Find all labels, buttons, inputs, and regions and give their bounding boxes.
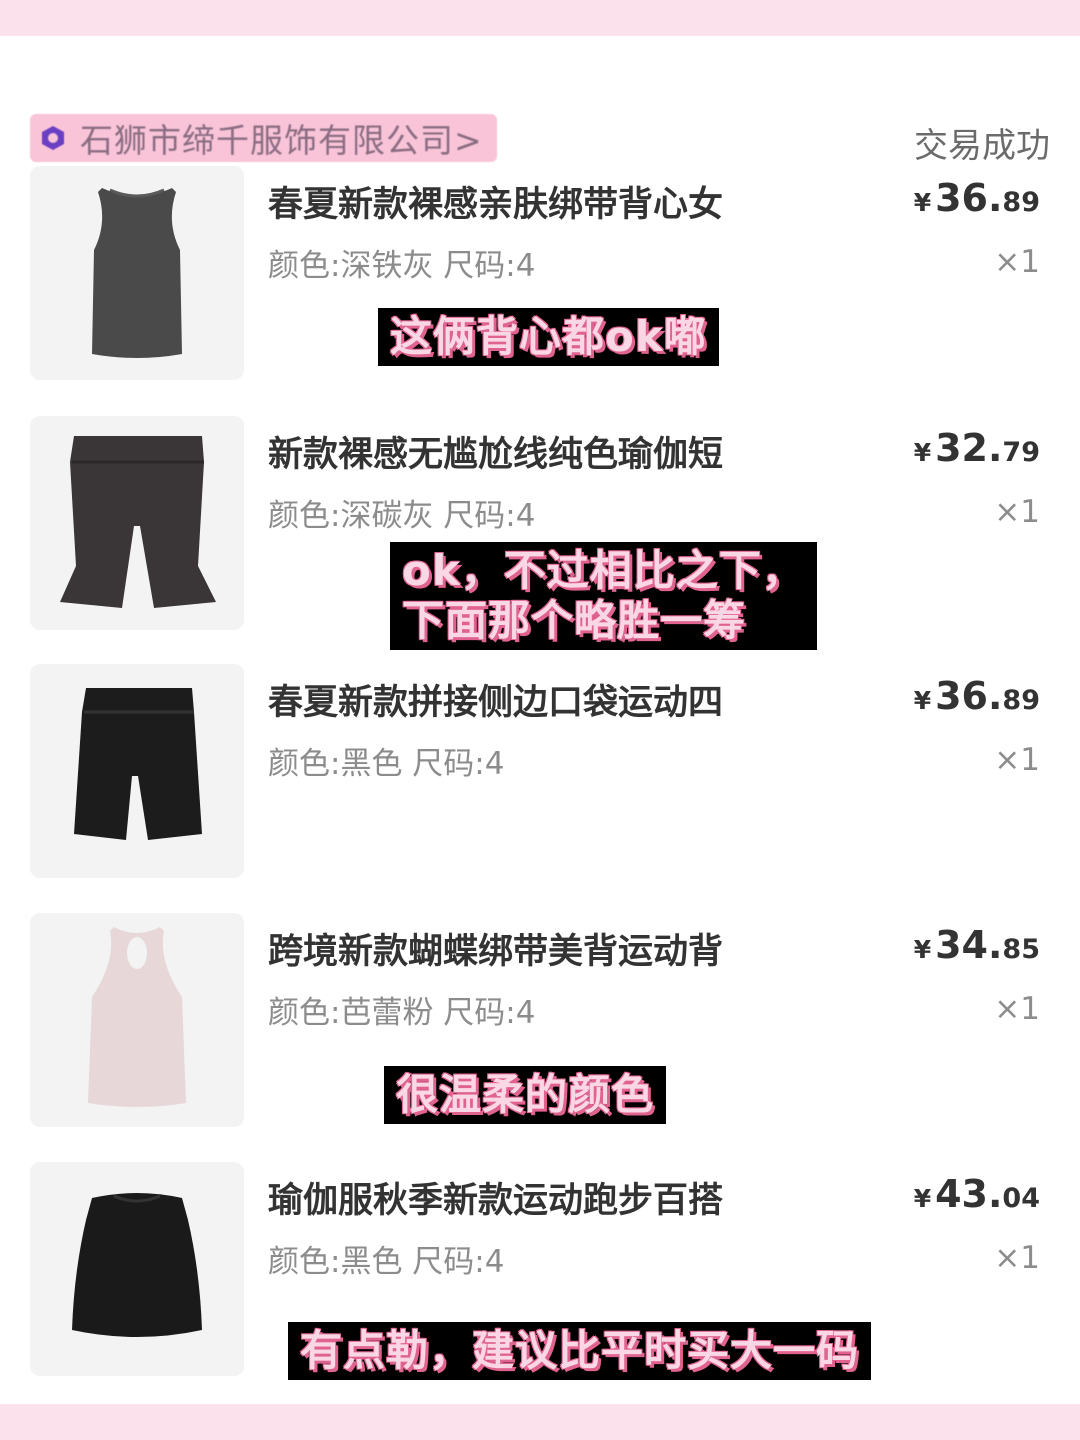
- product-quantity: ×1: [994, 244, 1040, 280]
- product-thumbnail[interactable]: [30, 416, 244, 630]
- annotation-text: 下面那个略胜一筹: [402, 596, 747, 645]
- currency-symbol: ¥: [913, 686, 932, 715]
- annotation-caption: 有点勒，建议比平时买大一码: [288, 1322, 872, 1380]
- shop-name: 石狮市缔千服饰有限公司>: [80, 121, 483, 160]
- product-title[interactable]: 跨境新款蝴蝶绑带美背运动背: [268, 923, 723, 974]
- product-spec: 颜色:黑色 尺码:4: [268, 746, 505, 782]
- product-spec: 颜色:黑色 尺码:4: [268, 1244, 505, 1280]
- annotation-text: 有点勒，建议比平时买大一码: [300, 1326, 860, 1375]
- annotation-caption: 这俩背心都ok嘟: [378, 308, 719, 366]
- currency-symbol: ¥: [913, 1184, 932, 1213]
- product-price: ¥36.89: [914, 674, 1040, 718]
- price-decimal: 79: [1002, 437, 1040, 468]
- product-title[interactable]: 新款裸感无尴尬线纯色瑜伽短: [268, 426, 723, 477]
- product-title[interactable]: 春夏新款裸感亲肤绑带背心女: [268, 176, 723, 227]
- currency-symbol: ¥: [913, 438, 932, 467]
- annotation-caption: 很温柔的颜色: [384, 1066, 667, 1124]
- order-item[interactable]: 春夏新款拼接侧边口袋运动四 颜色:黑色 尺码:4 ¥36.89 ×1: [30, 664, 1050, 879]
- shorts-icon: [74, 688, 202, 840]
- product-price: ¥36.89: [914, 176, 1040, 220]
- tank-top-icon: [92, 188, 182, 358]
- price-integer: 43.: [935, 1172, 1003, 1216]
- shorts-icon: [60, 436, 216, 608]
- price-decimal: 85: [1002, 934, 1040, 965]
- product-thumbnail[interactable]: [30, 166, 244, 380]
- product-price: ¥32.79: [914, 426, 1040, 470]
- annotation-text: ok，不过相比之下，: [402, 546, 805, 595]
- price-decimal: 89: [1002, 187, 1040, 218]
- product-quantity: ×1: [994, 742, 1040, 778]
- price-decimal: 89: [1002, 685, 1040, 716]
- price-integer: 36.: [935, 176, 1003, 220]
- tank-top-icon: [88, 927, 186, 1107]
- order-status: 交易成功: [914, 126, 1050, 166]
- price-integer: 34.: [935, 923, 1003, 967]
- currency-symbol: ¥: [913, 188, 932, 217]
- product-thumbnail[interactable]: [30, 913, 244, 1127]
- shop-icon: [42, 126, 64, 150]
- product-title[interactable]: 春夏新款拼接侧边口袋运动四: [268, 674, 723, 725]
- price-decimal: 04: [1002, 1183, 1040, 1214]
- product-thumbnail[interactable]: [30, 1162, 244, 1376]
- product-spec: 颜色:深铁灰 尺码:4: [268, 248, 536, 284]
- product-quantity: ×1: [994, 991, 1040, 1027]
- annotation-text: 很温柔的颜色: [396, 1070, 655, 1119]
- product-thumbnail[interactable]: [30, 664, 244, 878]
- price-integer: 32.: [935, 426, 1003, 470]
- crop-top-icon: [72, 1193, 202, 1337]
- currency-symbol: ¥: [913, 935, 932, 964]
- product-price: ¥34.85: [914, 923, 1040, 967]
- price-integer: 36.: [935, 674, 1003, 718]
- product-spec: 颜色:芭蕾粉 尺码:4: [268, 995, 536, 1031]
- annotation-text: 这俩背心都ok嘟: [390, 312, 707, 361]
- shop-header[interactable]: 石狮市缔千服饰有限公司> 交易成功: [30, 114, 1050, 166]
- product-quantity: ×1: [994, 1240, 1040, 1276]
- product-spec: 颜色:深碳灰 尺码:4: [268, 498, 536, 534]
- annotation-caption: ok，不过相比之下， 下面那个略胜一筹: [390, 542, 817, 650]
- product-price: ¥43.04: [914, 1172, 1040, 1216]
- product-quantity: ×1: [994, 494, 1040, 530]
- order-card: 石狮市缔千服饰有限公司> 交易成功 春夏新款裸感亲肤绑带背心女 颜色:深铁灰 尺…: [0, 36, 1080, 1404]
- product-title[interactable]: 瑜伽服秋季新款运动跑步百搭: [268, 1172, 723, 1223]
- shop-link[interactable]: 石狮市缔千服饰有限公司>: [30, 114, 497, 162]
